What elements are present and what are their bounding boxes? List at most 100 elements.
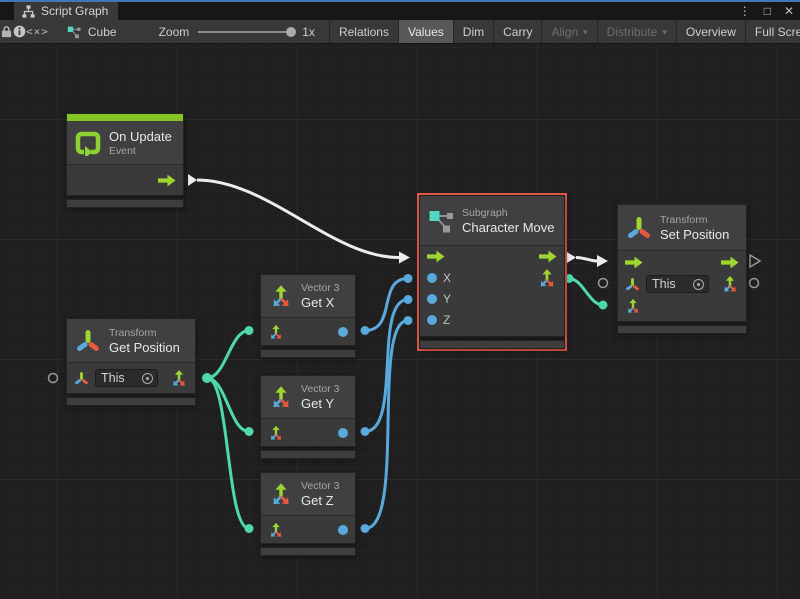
toolbar-button-carry[interactable]: Carry bbox=[493, 20, 541, 43]
edit-source-button[interactable]: <×> bbox=[26, 20, 49, 43]
port-flow-output-onupdate[interactable] bbox=[188, 174, 197, 186]
node-set-position[interactable]: Transform Set Position This bbox=[617, 204, 747, 334]
close-icon[interactable]: ✕ bbox=[784, 5, 794, 17]
port-row bbox=[261, 419, 355, 446]
node-title: Get Y bbox=[301, 396, 340, 411]
node-subtitle: Vector 3 bbox=[301, 480, 340, 492]
toolbar-button-values[interactable]: Values bbox=[398, 20, 453, 43]
port-value-input-setposition-this[interactable] bbox=[599, 279, 608, 288]
this-object-field[interactable]: This bbox=[95, 369, 158, 387]
node-get-y[interactable]: Vector 3 Get Y bbox=[260, 375, 356, 459]
connection-endpoint[interactable] bbox=[404, 316, 413, 325]
port-flow-output-charactermove[interactable] bbox=[566, 252, 576, 264]
port-value-output-setposition[interactable] bbox=[750, 279, 759, 288]
node-get-z[interactable]: Vector 3 Get Z bbox=[260, 472, 356, 556]
connection-endpoint[interactable] bbox=[404, 274, 413, 283]
node-character-move[interactable]: Subgraph Character Move X bbox=[419, 195, 565, 349]
node-main: Vector 3 Get Z bbox=[260, 472, 356, 544]
connection-endpoint[interactable] bbox=[565, 274, 574, 283]
window-controls: ⋮ □ ✕ bbox=[739, 2, 794, 20]
flow-output-arrow-icon[interactable] bbox=[539, 250, 557, 263]
wire-getposition-to-getz[interactable] bbox=[207, 378, 249, 529]
value-port-z[interactable] bbox=[427, 315, 437, 325]
flow-output-arrow-icon[interactable] bbox=[721, 256, 739, 269]
vector3-input-icon[interactable] bbox=[268, 324, 284, 340]
object-picker-icon[interactable] bbox=[693, 279, 704, 290]
wire-getposition-to-getx[interactable] bbox=[207, 331, 249, 379]
port-row-flow bbox=[420, 246, 564, 267]
node-footer bbox=[419, 340, 565, 349]
node-main: Subgraph Character Move X bbox=[419, 195, 565, 337]
wire-gety-to-charactermove-y[interactable] bbox=[365, 300, 408, 432]
zoom-slider-thumb[interactable] bbox=[286, 27, 296, 37]
connection-endpoint[interactable] bbox=[245, 427, 254, 436]
object-picker-icon[interactable] bbox=[142, 373, 153, 384]
wire-getz-to-charactermove-z[interactable] bbox=[365, 321, 408, 529]
port-flow-output-setposition[interactable] bbox=[750, 255, 760, 267]
connection-endpoint[interactable] bbox=[361, 524, 370, 533]
graph-toolbar: <×> Cube Zoom 1x Relations Values Dim Ca… bbox=[0, 20, 800, 44]
zoom-control: Zoom 1x bbox=[133, 20, 329, 43]
node-footer bbox=[617, 325, 747, 334]
flow-output-arrow-icon[interactable] bbox=[158, 174, 176, 187]
this-object-field[interactable]: This bbox=[646, 275, 709, 293]
wire-onupdate-to-charactermove[interactable] bbox=[197, 180, 399, 258]
value-port-y[interactable] bbox=[427, 294, 437, 304]
toolbar-button-align[interactable]: Align ▾ bbox=[541, 20, 596, 43]
transform-port-icon[interactable] bbox=[74, 371, 89, 386]
node-subtitle: Event bbox=[109, 145, 172, 157]
flow-input-arrow-icon[interactable] bbox=[625, 256, 643, 269]
button-label: Distribute bbox=[607, 25, 658, 39]
toolbar-button-fullscreen[interactable]: Full Screen bbox=[745, 20, 800, 43]
vector3-output-icon[interactable] bbox=[537, 268, 557, 288]
transform-port-icon[interactable] bbox=[625, 277, 640, 292]
toolbar-button-distribute[interactable]: Distribute ▾ bbox=[597, 20, 676, 43]
tab-script-graph[interactable]: Script Graph bbox=[14, 2, 118, 20]
lock-button[interactable] bbox=[0, 20, 13, 43]
graph-target-selector[interactable]: Cube bbox=[49, 20, 133, 43]
node-title: Set Position bbox=[660, 227, 729, 242]
float-output-port[interactable] bbox=[338, 327, 348, 337]
port-value-input-getposition-this[interactable] bbox=[49, 374, 58, 383]
wire-getposition-to-gety[interactable] bbox=[207, 378, 249, 432]
node-main: Transform Set Position This bbox=[617, 204, 747, 322]
connection-endpoint[interactable] bbox=[245, 326, 254, 335]
connection-endpoint[interactable] bbox=[599, 301, 608, 310]
wire-arrowhead bbox=[597, 255, 608, 267]
graph-canvas[interactable]: On Update Event Subgraph Character M bbox=[0, 44, 800, 599]
node-get-position[interactable]: Transform Get Position This bbox=[66, 318, 196, 406]
connection-endpoint[interactable] bbox=[202, 373, 212, 383]
port-row-z: Z bbox=[420, 309, 564, 330]
node-header: On Update Event bbox=[67, 121, 183, 165]
node-get-x[interactable]: Vector 3 Get X bbox=[260, 274, 356, 358]
maximize-icon[interactable]: □ bbox=[764, 5, 771, 17]
toolbar-button-overview[interactable]: Overview bbox=[676, 20, 745, 43]
port-row-position bbox=[618, 295, 746, 317]
node-on-update[interactable]: On Update Event bbox=[66, 113, 184, 208]
vector3-input-icon[interactable] bbox=[268, 425, 284, 441]
vector3-input-icon[interactable] bbox=[268, 522, 284, 538]
kebab-menu-icon[interactable]: ⋮ bbox=[739, 5, 751, 17]
flow-input-arrow-icon[interactable] bbox=[427, 250, 445, 263]
value-port-x[interactable] bbox=[427, 273, 437, 283]
float-output-port[interactable] bbox=[338, 525, 348, 535]
zoom-slider[interactable] bbox=[198, 31, 293, 33]
script-graph-icon bbox=[22, 5, 35, 18]
toolbar-button-dim[interactable]: Dim bbox=[453, 20, 493, 43]
connection-endpoint[interactable] bbox=[404, 295, 413, 304]
vector3-output-icon[interactable] bbox=[170, 369, 188, 387]
event-strip bbox=[67, 114, 183, 121]
info-button[interactable] bbox=[13, 20, 26, 43]
node-main: On Update Event bbox=[66, 113, 184, 196]
connection-endpoint[interactable] bbox=[361, 427, 370, 436]
connection-endpoint[interactable] bbox=[361, 326, 370, 335]
wire-charactermove-to-setposition-flow[interactable] bbox=[576, 258, 597, 262]
code-icon: <×> bbox=[26, 25, 49, 38]
wire-arrowhead bbox=[399, 252, 410, 264]
vector3-output-icon[interactable] bbox=[721, 275, 739, 293]
connection-endpoint[interactable] bbox=[245, 524, 254, 533]
vector3-input-icon[interactable] bbox=[625, 298, 641, 314]
toolbar-button-relations[interactable]: Relations bbox=[329, 20, 398, 43]
float-output-port[interactable] bbox=[338, 428, 348, 438]
port-row-flow bbox=[618, 251, 746, 273]
